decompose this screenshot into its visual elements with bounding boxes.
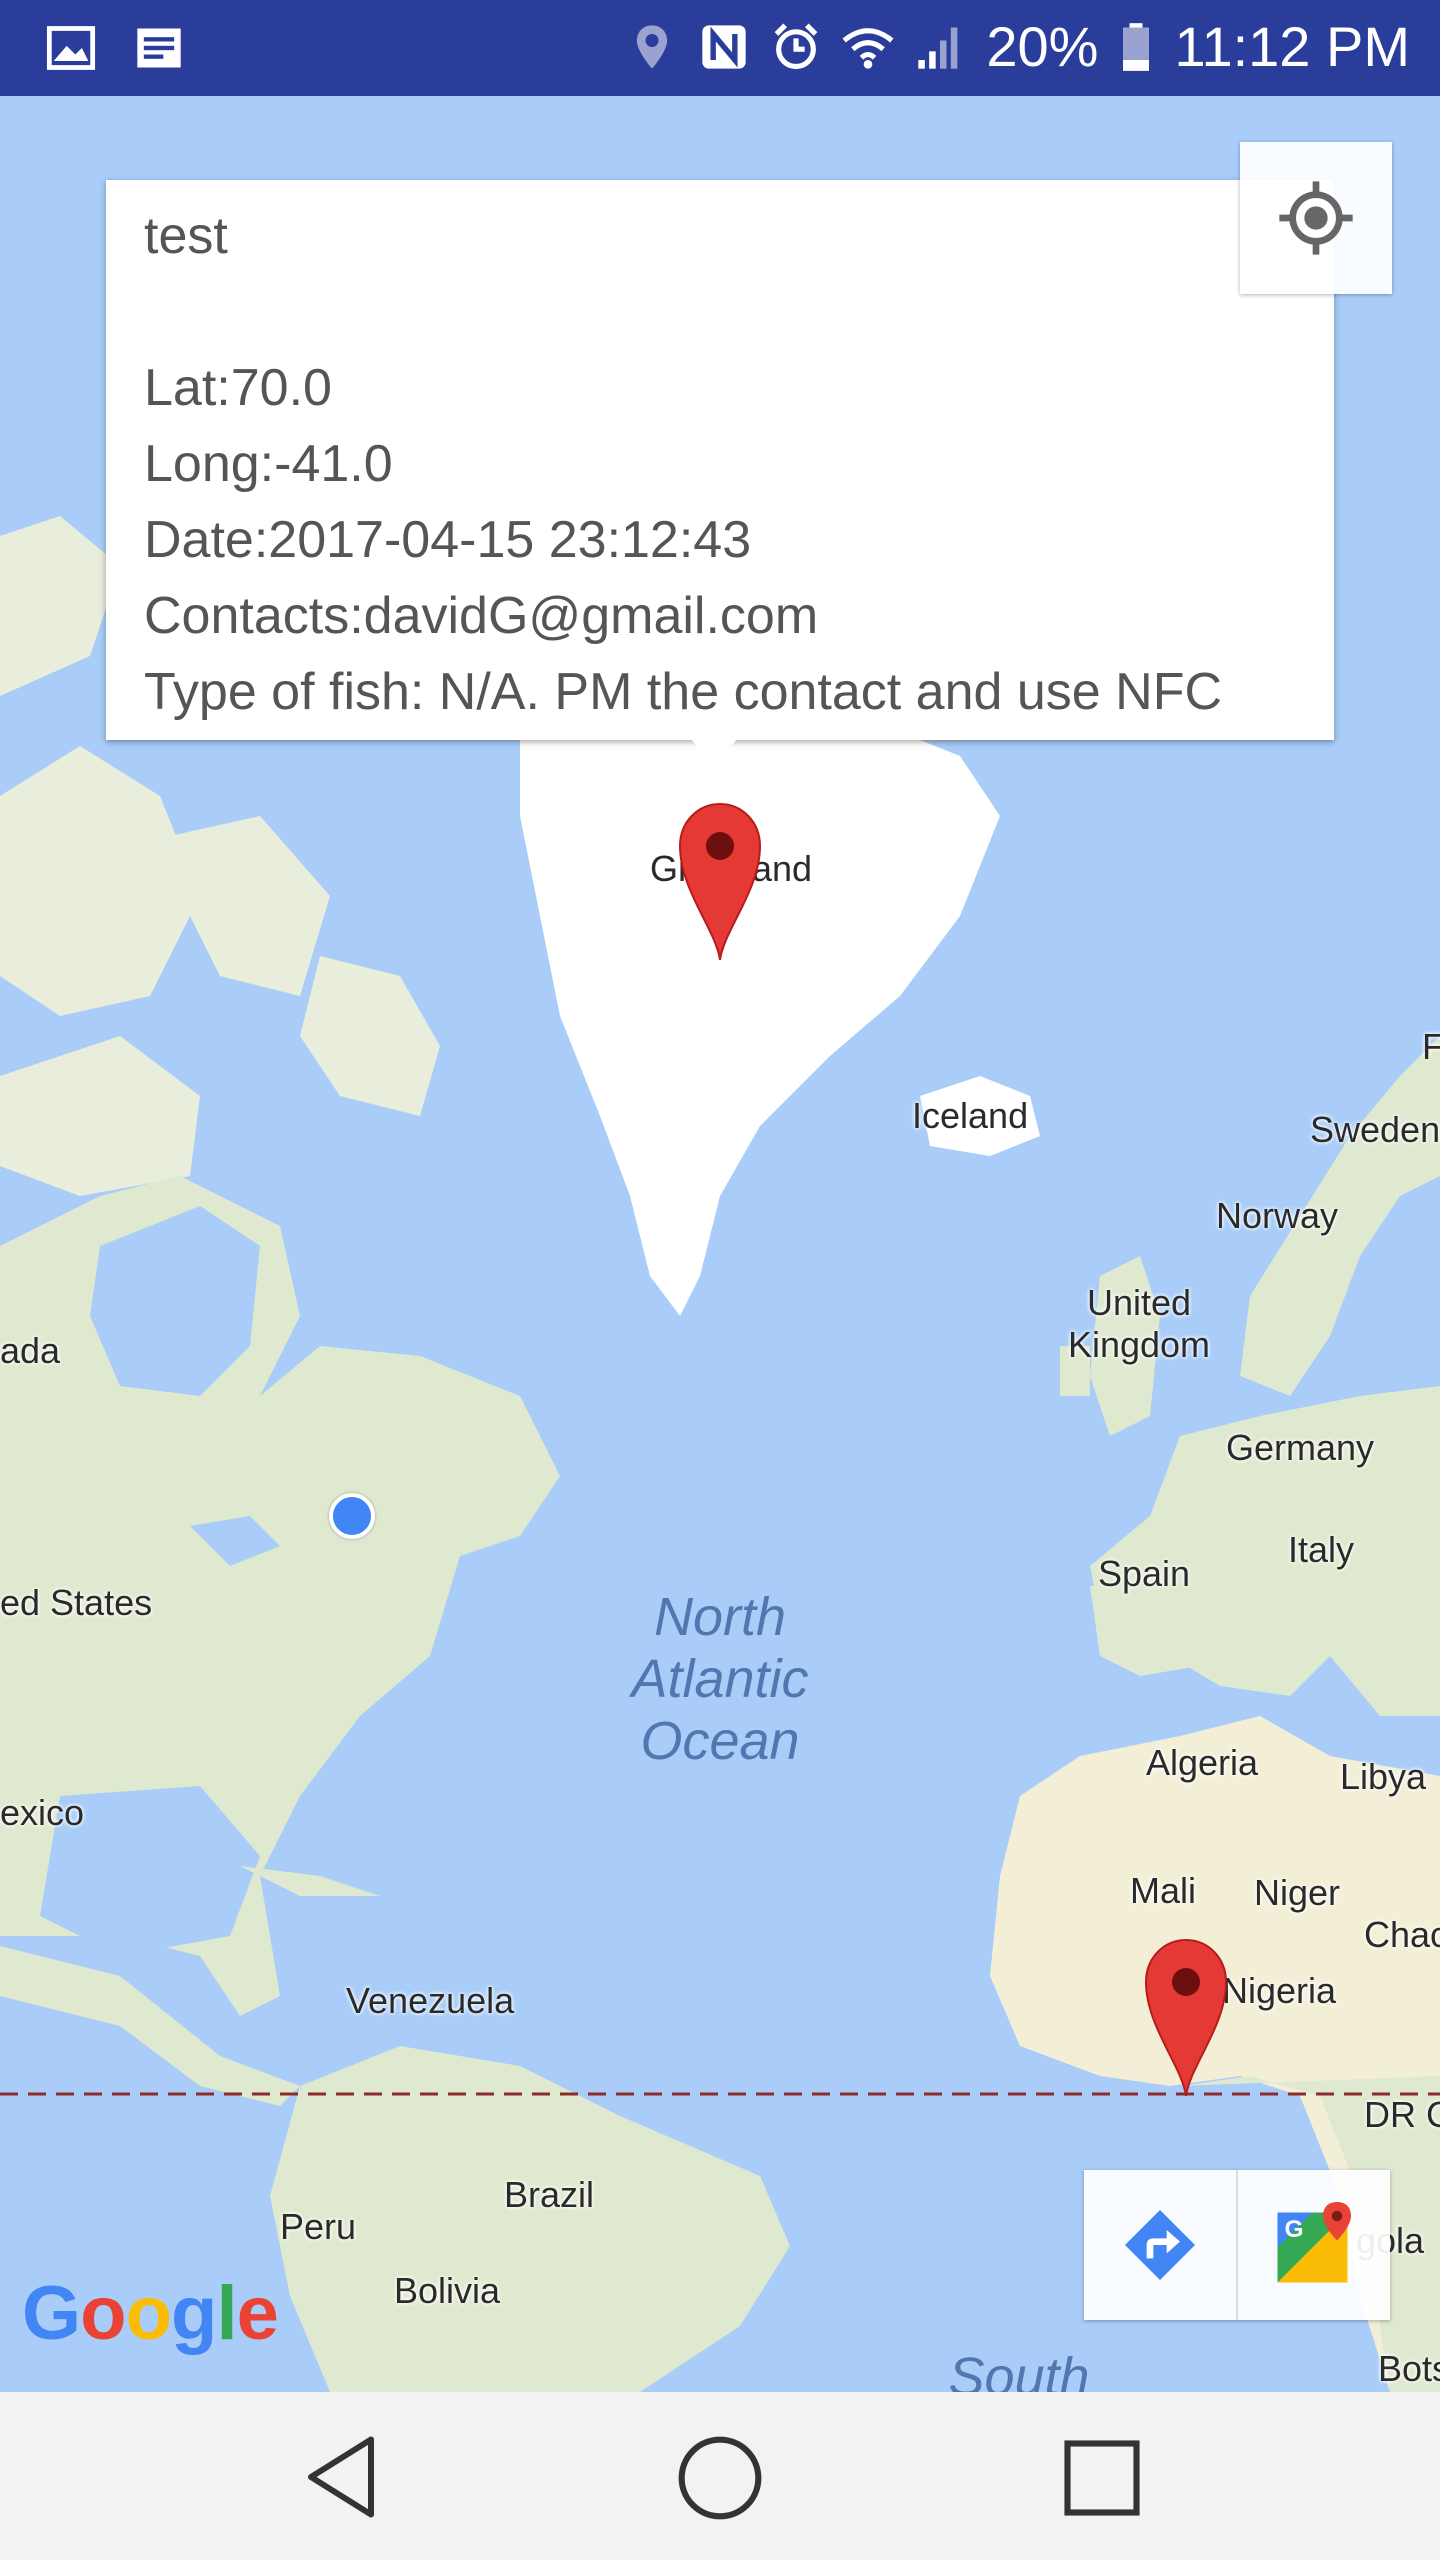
my-location-icon (1279, 181, 1353, 255)
directions-icon (1125, 2210, 1195, 2280)
battery-percent: 20% (986, 15, 1099, 78)
marker-info-window[interactable]: test Lat:70.0 Long:-41.0 Date:2017-04-15… (106, 180, 1334, 768)
label-mali: Mali (1130, 1870, 1197, 1911)
label-finland-edge: F (1422, 1026, 1440, 1067)
label-norway: Norway (1216, 1195, 1339, 1236)
label-algeria: Algeria (1146, 1742, 1259, 1783)
open-in-maps-button[interactable]: G (1238, 2170, 1390, 2320)
label-venezuela: Venezuela (346, 1980, 515, 2021)
ocean-label-line1: North (653, 1587, 787, 1647)
user-location-dot (329, 1493, 375, 1539)
home-icon[interactable] (674, 2432, 766, 2524)
label-united-states: ed States (0, 1582, 153, 1623)
recents-icon[interactable] (1056, 2432, 1148, 2524)
status-bar: 20% 11:12 PM (0, 0, 1440, 96)
label-dr-congo: DR C (1364, 2094, 1440, 2135)
label-iceland: Iceland (912, 1095, 1029, 1136)
my-location-button[interactable] (1240, 142, 1392, 294)
label-brazil: Brazil (504, 2174, 595, 2215)
label-uk: United Kingdom (1067, 1282, 1211, 1365)
label-north-atlantic-ocean: North Atlantic Ocean (580, 1586, 860, 1772)
google-logo: Google (22, 2271, 279, 2356)
directions-button[interactable] (1084, 2170, 1238, 2320)
back-icon[interactable] (296, 2432, 386, 2522)
navigation-bar (0, 2392, 1440, 2560)
label-libya: Libya (1340, 1756, 1427, 1797)
battery-icon (1123, 22, 1150, 71)
nfc-icon (702, 24, 747, 69)
info-type-of-fish: Type of fish: N/A. PM the contact and us… (144, 663, 1223, 721)
ocean-label-line3: Ocean (640, 1711, 800, 1771)
notes-icon (137, 28, 181, 68)
info-long: Long:-41.0 (144, 435, 393, 493)
label-spain: Spain (1098, 1553, 1191, 1594)
info-title: test (144, 207, 228, 265)
info-date: Date:2017-04-15 23:12:43 (144, 511, 752, 569)
map-marker-africa[interactable] (1142, 1936, 1230, 2100)
signal-icon (918, 27, 958, 69)
info-lat: Lat:70.0 (144, 359, 332, 417)
label-italy: Italy (1288, 1529, 1355, 1570)
label-chad: Chac (1364, 1914, 1440, 1955)
clock: 11:12 PM (1174, 15, 1410, 78)
label-niger: Niger (1254, 1872, 1341, 1913)
label-botswana: Bots (1378, 2348, 1440, 2389)
gallery-icon (46, 26, 96, 70)
label-nigeria: Nigeria (1222, 1970, 1337, 2011)
alarm-icon (775, 22, 818, 69)
map-toolbar: G (1084, 2170, 1390, 2320)
label-canada: ada (0, 1330, 61, 1371)
label-mexico: exico (0, 1792, 85, 1833)
label-sweden: Sweden (1310, 1109, 1440, 1150)
info-contacts: Contacts:davidG@gmail.com (144, 587, 819, 645)
google-maps-icon: G (1277, 2202, 1351, 2283)
ocean-label-line2: Atlantic (631, 1649, 809, 1709)
label-south: South (948, 2347, 1090, 2392)
wifi-icon (842, 27, 894, 69)
svg-text:G: G (1285, 2216, 1304, 2243)
location-icon (637, 24, 668, 69)
label-peru: Peru (280, 2206, 357, 2247)
label-bolivia: Bolivia (394, 2270, 501, 2311)
label-germany: Germany (1226, 1427, 1375, 1468)
map-marker-greenland[interactable] (676, 800, 764, 964)
